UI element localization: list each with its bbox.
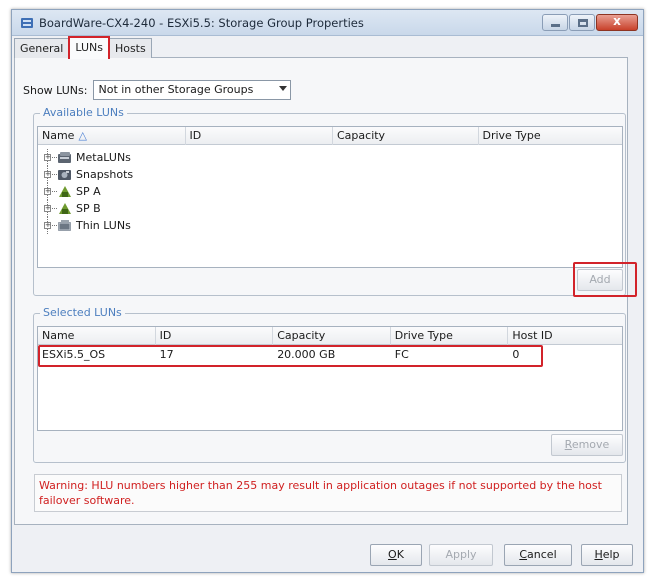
tree-item-snapshots[interactable]: + Snapshots bbox=[43, 166, 133, 183]
show-luns-selected: Not in other Storage Groups bbox=[98, 83, 254, 96]
app-icon bbox=[21, 18, 33, 28]
apply-button[interactable]: Apply bbox=[429, 544, 493, 566]
help-mnemonic: H bbox=[594, 548, 603, 561]
cancel-button[interactable]: Cancel bbox=[504, 544, 572, 566]
column-header-drive-type[interactable]: Drive Type bbox=[391, 327, 509, 345]
column-header-id[interactable]: ID bbox=[186, 127, 333, 145]
window-controls: x bbox=[542, 14, 638, 31]
chevron-down-icon bbox=[279, 86, 288, 91]
expand-toggle[interactable]: + bbox=[43, 183, 57, 200]
remove-button[interactable]: Remove bbox=[551, 434, 623, 456]
cell-drive-type: FC bbox=[394, 348, 409, 361]
title-bar[interactable]: BoardWare-CX4-240 - ESXi5.5: Storage Gro… bbox=[12, 10, 643, 36]
column-header-capacity[interactable]: Capacity bbox=[333, 127, 479, 145]
tree-item-thin-luns[interactable]: + Thin LUNs bbox=[43, 217, 133, 234]
expand-toggle[interactable]: + bbox=[43, 166, 57, 183]
minimize-icon bbox=[551, 24, 560, 27]
available-luns-header: Name △ ID Capacity Drive Type bbox=[38, 127, 622, 145]
close-icon: x bbox=[613, 14, 621, 28]
selected-luns-group: Selected LUNs Name ID Capacity Drive Typ… bbox=[33, 306, 626, 463]
minimize-button[interactable] bbox=[542, 14, 568, 31]
tab-general[interactable]: General bbox=[14, 38, 70, 58]
tree-item-sp-b[interactable]: + SP B bbox=[43, 200, 133, 217]
tree-item-metaluns[interactable]: + MetaLUNs bbox=[43, 149, 133, 166]
column-name-label: Name bbox=[42, 129, 75, 142]
plus-icon: + bbox=[44, 221, 51, 229]
table-row[interactable]: ESXi5.5_OS 17 20.000 GB FC 0 bbox=[38, 346, 622, 364]
available-luns-legend: Available LUNs bbox=[40, 106, 127, 119]
ok-button[interactable]: OK bbox=[370, 544, 422, 566]
metalun-icon bbox=[57, 151, 73, 165]
expand-toggle[interactable]: + bbox=[43, 200, 57, 217]
help-button[interactable]: Help bbox=[581, 544, 633, 566]
close-button[interactable]: x bbox=[596, 14, 638, 31]
snapshot-icon bbox=[57, 168, 73, 182]
remove-label: emove bbox=[571, 438, 610, 451]
expand-toggle[interactable]: + bbox=[43, 217, 57, 234]
maximize-button[interactable] bbox=[569, 14, 595, 31]
selected-luns-table[interactable]: Name ID Capacity Drive Type Host ID ESXi… bbox=[37, 326, 623, 431]
expand-toggle[interactable]: + bbox=[43, 149, 57, 166]
help-label: elp bbox=[602, 548, 620, 561]
window-title: BoardWare-CX4-240 - ESXi5.5: Storage Gro… bbox=[39, 16, 364, 30]
add-button[interactable]: Add bbox=[577, 269, 623, 291]
cell-name: ESXi5.5_OS bbox=[42, 348, 106, 361]
thin-lun-icon bbox=[57, 219, 73, 233]
column-header-id[interactable]: ID bbox=[156, 327, 274, 345]
available-luns-table[interactable]: Name △ ID Capacity Drive Type + MetaLUNs … bbox=[37, 126, 623, 268]
tab-luns[interactable]: LUNs bbox=[68, 36, 110, 59]
ok-mnemonic: O bbox=[388, 548, 397, 561]
cancel-label: ancel bbox=[527, 548, 557, 561]
cell-id: 17 bbox=[159, 348, 174, 361]
cancel-mnemonic: C bbox=[519, 548, 528, 561]
storage-processor-icon bbox=[57, 185, 73, 199]
tree-item-label: Snapshots bbox=[76, 168, 134, 181]
plus-icon: + bbox=[44, 204, 51, 212]
storage-processor-icon bbox=[57, 202, 73, 216]
plus-icon: + bbox=[44, 153, 51, 161]
show-luns-label: Show LUNs: bbox=[23, 83, 88, 97]
sort-ascending-icon: △ bbox=[78, 129, 87, 142]
show-luns-row: Show LUNs: Not in other Storage Groups bbox=[23, 80, 292, 100]
column-header-name[interactable]: Name △ bbox=[38, 127, 186, 145]
column-header-name[interactable]: Name bbox=[38, 327, 156, 345]
tree-item-label: SP A bbox=[76, 185, 101, 198]
cell-host-id: 0 bbox=[512, 348, 520, 361]
column-header-drive-type[interactable]: Drive Type bbox=[479, 127, 623, 145]
tree-item-label: Thin LUNs bbox=[76, 219, 131, 232]
tab-strip: General LUNs Hosts bbox=[14, 36, 152, 59]
maximize-icon bbox=[578, 19, 588, 27]
available-luns-group: Available LUNs Name △ ID Capacity Drive T… bbox=[33, 106, 626, 296]
column-header-host-id[interactable]: Host ID bbox=[508, 327, 622, 345]
cell-capacity: 20.000 GB bbox=[277, 348, 336, 361]
tree-item-label: MetaLUNs bbox=[76, 151, 131, 164]
selected-luns-legend: Selected LUNs bbox=[40, 306, 125, 319]
tree-item-sp-a[interactable]: + SP A bbox=[43, 183, 133, 200]
hlu-warning-message: Warning: HLU numbers higher than 255 may… bbox=[34, 474, 622, 512]
show-luns-dropdown[interactable]: Not in other Storage Groups bbox=[93, 80, 292, 100]
tree-item-label: SP B bbox=[76, 202, 101, 215]
ok-label: K bbox=[396, 548, 404, 561]
lun-tree: + MetaLUNs + Snapshots + SP A + SP B + T… bbox=[43, 149, 133, 234]
plus-icon: + bbox=[44, 170, 51, 178]
tab-hosts[interactable]: Hosts bbox=[108, 38, 152, 58]
remove-mnemonic: R bbox=[564, 438, 572, 451]
plus-icon: + bbox=[44, 187, 51, 195]
selected-luns-header: Name ID Capacity Drive Type Host ID bbox=[38, 327, 622, 345]
column-header-capacity[interactable]: Capacity bbox=[273, 327, 391, 345]
